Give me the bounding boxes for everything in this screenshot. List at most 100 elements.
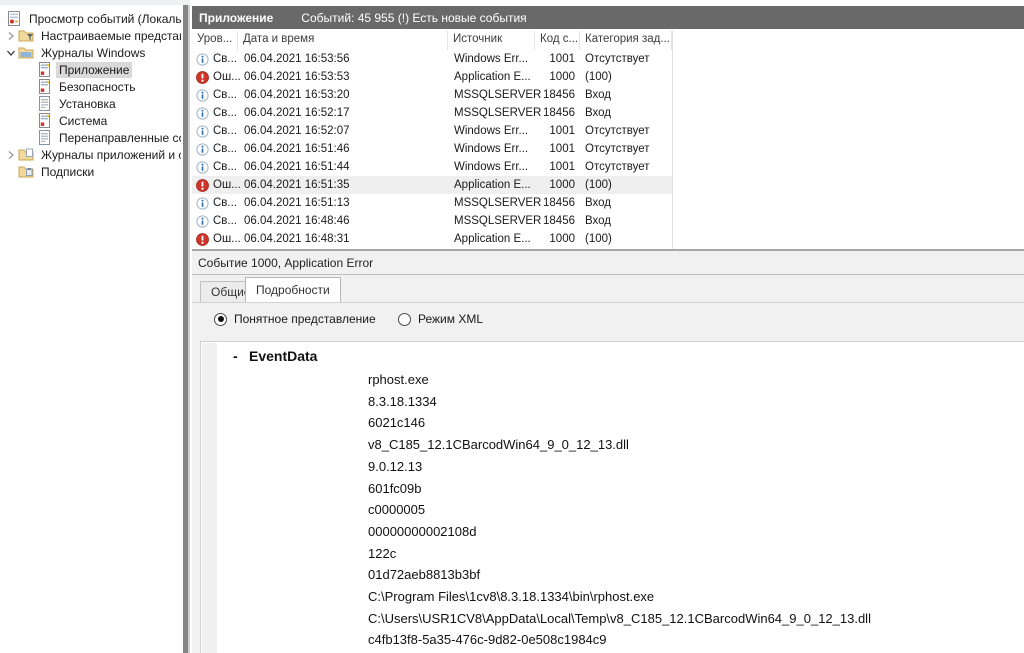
level-label: Св...	[213, 107, 237, 119]
sidebar-item-forwarded-events-log[interactable]: Перенаправленные собы	[0, 129, 181, 146]
eventdata-value: C:\Program Files\1cv8\8.3.18.1334\bin\rp…	[368, 586, 871, 608]
collapse-icon[interactable]: -	[233, 348, 249, 364]
event-datetime: 06.04.2021 16:52:07	[238, 125, 448, 137]
event-source: Application E...	[448, 71, 535, 83]
sidebar-item-label: Настраиваемые представлен	[38, 28, 181, 44]
event-code: 1000	[535, 71, 580, 83]
event-source: Windows Err...	[448, 53, 535, 65]
sidebar-item-event-viewer-root[interactable]: Просмотр событий (Локальный	[0, 10, 181, 27]
column-header[interactable]: Источник	[448, 31, 535, 50]
event-datetime: 06.04.2021 16:48:46	[238, 215, 448, 227]
event-source: Windows Err...	[448, 161, 535, 173]
error-icon	[196, 233, 209, 246]
event-row[interactable]: Св...06.04.2021 16:51:13MSSQLSERVER18456…	[192, 194, 672, 212]
event-row[interactable]: Св...06.04.2021 16:52:07Windows Err...10…	[192, 122, 672, 140]
radio-friendly-view[interactable]: Понятное представление	[214, 312, 376, 326]
level-cell: Ош...	[192, 179, 238, 192]
column-header[interactable]: Категория зад...	[580, 31, 672, 50]
info-icon	[196, 197, 209, 210]
event-code: 1000	[535, 179, 580, 191]
level-cell: Св...	[192, 89, 238, 102]
level-label: Св...	[213, 215, 237, 227]
sidebar-item-setup-log[interactable]: Установка	[0, 95, 181, 112]
console-tree: Просмотр событий (ЛокальныйНастраиваемые…	[0, 5, 181, 653]
event-row[interactable]: Св...06.04.2021 16:51:44Windows Err...10…	[192, 158, 672, 176]
event-row[interactable]: Св...06.04.2021 16:53:20MSSQLSERVER18456…	[192, 86, 672, 104]
level-cell: Св...	[192, 143, 238, 156]
log-title-bar: Приложение Событий: 45 955 (!) Есть новы…	[192, 6, 1024, 29]
event-datetime: 06.04.2021 16:51:46	[238, 143, 448, 155]
event-code: 1001	[535, 125, 580, 137]
sidebar-item-label: Просмотр событий (Локальный	[26, 11, 181, 27]
level-cell: Ош...	[192, 71, 238, 84]
event-datetime: 06.04.2021 16:51:44	[238, 161, 448, 173]
event-datetime: 06.04.2021 16:48:31	[238, 233, 448, 245]
column-header[interactable]: Дата и время	[238, 31, 448, 50]
level-cell: Св...	[192, 197, 238, 210]
radio-label: Понятное представление	[234, 312, 376, 326]
log-icon	[36, 80, 52, 94]
sidebar-item-label: Безопасность	[56, 79, 139, 95]
info-icon	[196, 125, 209, 138]
event-category: Вход	[580, 197, 672, 209]
chevron-right-icon[interactable]	[4, 29, 18, 43]
log-icon	[36, 114, 52, 128]
level-cell: Ош...	[192, 233, 238, 246]
event-list-header: Уров...Дата и времяИсточникКод с...Катег…	[192, 31, 672, 50]
sidebar-item-label: Журналы Windows	[38, 45, 148, 61]
level-label: Св...	[213, 89, 237, 101]
event-row[interactable]: Св...06.04.2021 16:53:56Windows Err...10…	[192, 50, 672, 68]
radio-xml-view[interactable]: Режим XML	[398, 312, 483, 326]
level-label: Ош...	[213, 71, 241, 83]
sidebar-item-label: Журналы приложений и слу	[38, 147, 181, 163]
sidebar-item-security-log[interactable]: Безопасность	[0, 78, 181, 95]
sidebar-item-windows-logs[interactable]: Журналы Windows	[0, 44, 181, 61]
sidebar-item-custom-views[interactable]: Настраиваемые представлен	[0, 27, 181, 44]
folder-subs-icon	[18, 165, 34, 179]
view-mode-radios: Понятное представление Режим XML	[192, 312, 1024, 332]
event-list: Св...06.04.2021 16:53:56Windows Err...10…	[192, 50, 672, 249]
event-row[interactable]: Ош...06.04.2021 16:48:31Application E...…	[192, 230, 672, 248]
column-header[interactable]: Код с...	[535, 31, 580, 50]
chevron-right-icon[interactable]	[4, 148, 18, 162]
event-row[interactable]: Св...06.04.2021 16:48:46MSSQLSERVER18456…	[192, 212, 672, 230]
vertical-pane-splitter[interactable]	[181, 5, 190, 653]
radio-circle-icon[interactable]	[398, 313, 411, 326]
event-category: (100)	[580, 71, 672, 83]
info-icon	[196, 107, 209, 120]
radio-label: Режим XML	[418, 312, 483, 326]
event-row[interactable]: Ош...06.04.2021 16:53:53Application E...…	[192, 68, 672, 86]
event-code: 18456	[535, 89, 580, 101]
chevron-down-icon[interactable]	[4, 46, 18, 60]
sidebar-item-application-log[interactable]: Приложение	[0, 61, 181, 78]
event-code: 1000	[535, 233, 580, 245]
chevron-spacer	[4, 165, 18, 179]
sidebar-item-system-log[interactable]: Система	[0, 112, 181, 129]
log-title: Приложение	[199, 11, 273, 25]
level-label: Ош...	[213, 233, 241, 245]
eventdata-value: c0000005	[368, 499, 871, 521]
eventdata-value: C:\Users\USR1CV8\AppData\Local\Temp\v8_C…	[368, 608, 871, 630]
column-header[interactable]: Уров...	[192, 31, 238, 50]
event-row[interactable]: Св...06.04.2021 16:52:17MSSQLSERVER18456…	[192, 104, 672, 122]
event-code: 1001	[535, 143, 580, 155]
event-row[interactable]: Ош...06.04.2021 16:51:35Application E...…	[192, 176, 672, 194]
friendly-view-area: - EventData rphost.exe8.3.18.13346021c14…	[200, 341, 1024, 653]
level-cell: Св...	[192, 125, 238, 138]
tab-details[interactable]: Подробности	[245, 277, 341, 302]
level-cell: Св...	[192, 161, 238, 174]
sidebar-item-apps-services-logs[interactable]: Журналы приложений и слу	[0, 146, 181, 163]
radio-circle-icon[interactable]	[214, 313, 227, 326]
event-category: Отсутствует	[580, 125, 672, 137]
event-source: MSSQLSERVER	[448, 89, 535, 101]
event-category: Отсутствует	[580, 143, 672, 155]
eventdata-value: 601fc09b	[368, 478, 871, 500]
eventdata-label: EventData	[249, 348, 317, 364]
event-detail-header: Событие 1000, Application Error	[192, 251, 1024, 275]
event-row[interactable]: Св...06.04.2021 16:51:46Windows Err...10…	[192, 140, 672, 158]
eventdata-section-header: - EventData	[233, 348, 317, 364]
sidebar-item-subscriptions[interactable]: Подписки	[0, 163, 181, 180]
event-code: 18456	[535, 215, 580, 227]
info-icon	[196, 161, 209, 174]
eventdata-value: 01d72aeb8813b3bf	[368, 564, 871, 586]
